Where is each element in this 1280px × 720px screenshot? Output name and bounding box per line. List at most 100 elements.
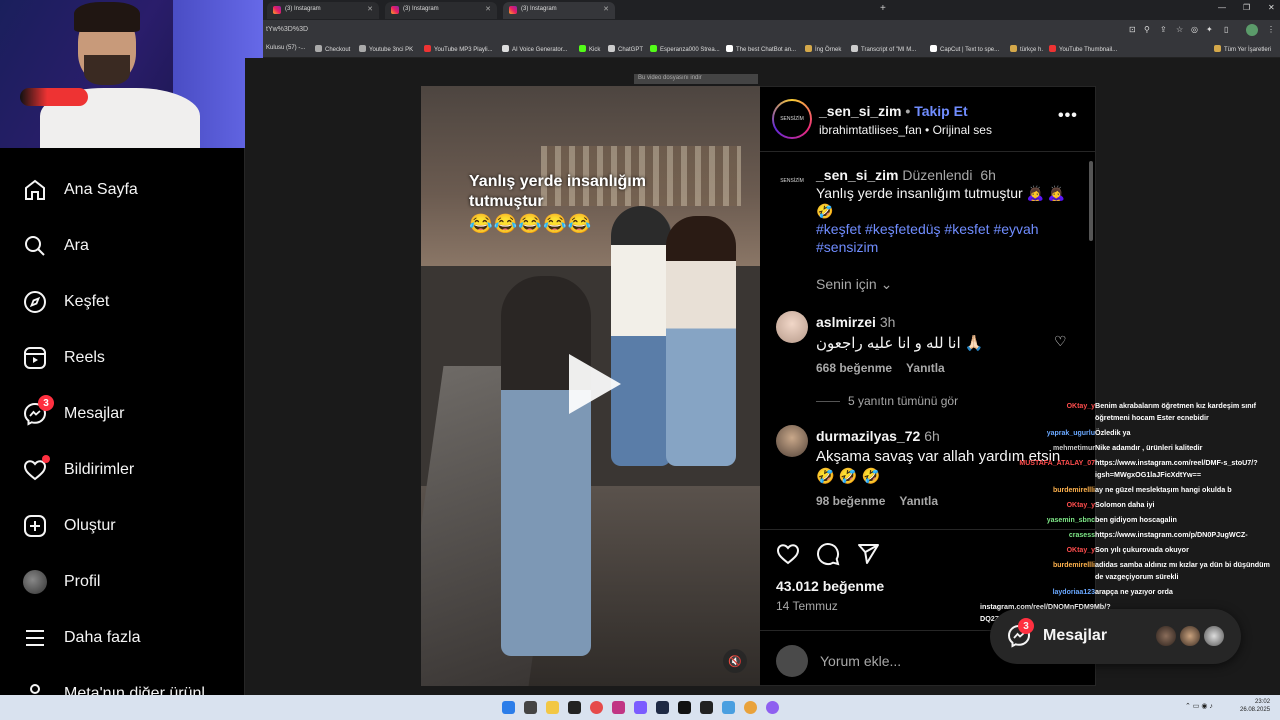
comment-username[interactable]: aslmirzei [816,314,876,330]
address-bar[interactable]: tYw%3D%3D ⊡ ⚲ ⇪ ☆ ◎ ✦ ▯ ⋮ [263,20,1280,42]
caption-avatar[interactable]: SENSİZİM [776,165,808,197]
author-avatar[interactable]: SENSİZİM [772,99,812,139]
profile-avatar-icon[interactable] [1246,24,1258,36]
nav-more[interactable]: Daha fazla [22,624,232,652]
maximize-icon[interactable]: ❐ [1243,3,1250,12]
comment-likes[interactable]: 98 beğenme [816,494,885,508]
comment-likes[interactable]: 668 beğenme [816,361,892,375]
audio-label-link[interactable]: Orijinal ses [933,123,992,137]
extension-icon[interactable]: ◎ [1191,25,1198,34]
messages-floating-button[interactable]: 3 Mesajlar [990,609,1241,664]
caption-author[interactable]: _sen_si_zim [816,167,899,183]
app-icon[interactable] [722,701,735,714]
bookmark[interactable]: Kulusu (57) -... [266,45,305,51]
comment-avatar[interactable] [776,425,808,457]
bookmark[interactable]: Kick [579,45,600,53]
nav-search[interactable]: Ara [22,232,232,260]
instagram-icon[interactable] [612,701,625,714]
zoom-icon[interactable]: ⚲ [1144,25,1150,34]
play-icon[interactable] [569,354,621,414]
sidebar-icon[interactable]: ▯ [1224,25,1228,34]
bookmark[interactable]: türkçe h. [1010,45,1043,53]
nav-notifications[interactable]: Bildirimler [22,455,232,484]
bookmark[interactable]: YouTube MP3 Playli... [424,45,493,53]
capcut-icon[interactable] [700,701,713,714]
nav-messages[interactable]: 3 Mesajlar [22,395,232,428]
close-tab-icon[interactable]: ✕ [485,5,491,13]
bookmark[interactable]: ChatGPT [608,45,643,53]
browser-tab[interactable]: (3) Instagram ✕ [267,2,379,19]
bookmark[interactable]: Esperanza000 Strea... [650,45,720,53]
comment-time: 6h [924,428,940,444]
share-icon[interactable]: ⇪ [1160,25,1167,34]
like-count[interactable]: 43.012 beğenme [776,578,884,594]
bookmark-label: türkçe h. [1020,47,1044,53]
app-icon[interactable] [634,701,647,714]
bookmark[interactable]: Transcript of "MI M... [851,45,916,53]
reply-button[interactable]: Yanıtla [906,361,945,375]
opera-icon[interactable] [590,701,603,714]
nav-create[interactable]: Oluştur [22,512,232,540]
close-tab-icon[interactable]: ✕ [367,5,373,13]
comment-like-icon[interactable]: ♡ [1054,333,1067,350]
start-icon[interactable] [502,701,515,714]
bookmark[interactable]: CapCut | Text to spe... [930,45,999,53]
photoshop-icon[interactable] [656,701,669,714]
bookmark-star-icon[interactable]: ☆ [1176,25,1183,34]
extensions-puzzle-icon[interactable]: ✦ [1206,25,1213,34]
for-you-dropdown[interactable]: Senin için ⌄ [816,276,892,293]
comment-avatar[interactable] [776,311,808,343]
stream-chat-overlay: OKtay_y Benim akrabalarım öğretmen kız ka… [980,400,1280,630]
mute-icon[interactable]: 🔇 [723,649,747,673]
follow-button[interactable]: Takip Et [914,103,967,119]
browser-tab-active[interactable]: (3) Instagram ✕ [503,2,615,19]
view-replies[interactable]: 5 yanıtın tümünü gör [816,394,958,408]
scrollbar[interactable] [1089,161,1093,241]
task-view-icon[interactable] [524,701,537,714]
caption-hashtags[interactable]: #keşfet #keşfetedüş #kesfet #eyvah #sens… [816,220,1071,256]
share-icon[interactable] [856,542,880,572]
bookmark[interactable]: Tüm Yer İşaretleri [1214,45,1271,53]
messages-label: Mesajlar [1043,627,1108,644]
new-tab-button[interactable]: + [880,3,886,14]
author-username[interactable]: _sen_si_zim [819,103,902,119]
bookmark[interactable]: Checkout [315,45,350,53]
reply-button[interactable]: Yanıtla [899,494,938,508]
separator: • [921,123,933,137]
bookmark[interactable]: AI Voice Generator... [502,45,567,53]
chat-message: https://www.instagram.com/p/DN0PJugWCZ- [1095,530,1248,539]
chrome-icon[interactable] [744,701,757,714]
more-options-icon[interactable]: ••• [1058,107,1078,125]
tray-icons[interactable]: ⌃ ▭ ◉ ♪ [1185,702,1213,710]
nav-explore[interactable]: Keşfet [22,288,232,316]
install-icon[interactable]: ⊡ [1129,25,1136,34]
audio-author-link[interactable]: ibrahimtatliises_fan [819,123,922,137]
comment-username[interactable]: durmazilyas_72 [816,428,920,444]
minimize-icon[interactable]: — [1218,3,1226,12]
chat-username: OKtay_y [1066,502,1095,509]
like-icon[interactable] [776,542,800,572]
reel-video[interactable]: Yanlış yerde insanlığım tutmuştur 😂😂😂😂😂 … [421,86,760,686]
tiktok-icon[interactable] [678,701,691,714]
bookmark[interactable]: YouTube Thumbnail... [1049,45,1117,53]
bookmark[interactable]: The best ChatBot an... [726,45,796,53]
menu-dots-icon[interactable]: ⋮ [1267,25,1275,34]
comment-icon[interactable] [816,542,840,572]
nav-reels[interactable]: Reels [22,344,232,372]
nav-profile[interactable]: Profil [22,568,232,596]
file-explorer-icon[interactable] [546,701,559,714]
bookmark[interactable]: Youtube 3nci PK [359,45,413,53]
clock[interactable]: 23:02 26.08.2025 [1240,698,1270,714]
browser-tab[interactable]: (3) Instagram ✕ [385,2,497,19]
close-window-icon[interactable]: ✕ [1268,3,1275,12]
obs-icon[interactable] [568,701,581,714]
nav-home[interactable]: Ana Sayfa [22,176,232,204]
bookmark[interactable]: İng Örnek [805,45,841,53]
chat-username: yaprak_ugurlu [1046,430,1095,437]
chat-username: OKtay_y [1066,403,1095,410]
comment-input[interactable]: Yorum ekle... [820,653,901,669]
url-text[interactable]: tYw%3D%3D [266,26,308,33]
close-tab-icon[interactable]: ✕ [603,5,609,13]
app-icon[interactable] [766,701,779,714]
clock-time: 23:02 [1255,699,1271,705]
